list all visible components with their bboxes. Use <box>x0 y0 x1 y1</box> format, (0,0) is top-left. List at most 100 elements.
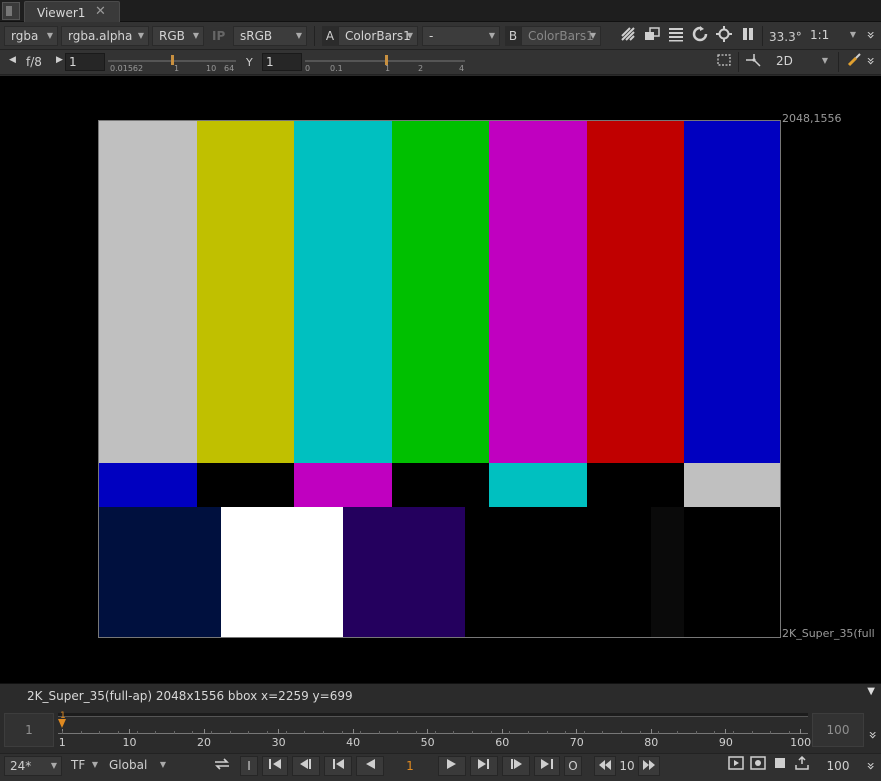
play-backward-button[interactable] <box>356 756 384 776</box>
input-b-value: ColorBars1 <box>528 29 594 43</box>
tf-dropdown[interactable]: TF ▼ <box>66 756 100 776</box>
tab-title: Viewer1 <box>37 6 86 20</box>
timeline-ruler[interactable]: 1 1 10 20 30 40 50 60 70 80 90 100 <box>58 711 811 749</box>
expand-timeline-icon[interactable]: » <box>864 731 880 740</box>
colorbar-main-6 <box>586 121 685 463</box>
gamma-tick: 1 <box>385 64 391 73</box>
colorbar-mid-4 <box>391 463 490 507</box>
previous-keyframe-button[interactable] <box>292 756 320 776</box>
expand-toolbar-icon[interactable]: » <box>862 31 878 40</box>
panel-menu-icon[interactable] <box>2 2 20 20</box>
end-frame-field[interactable]: 100 <box>818 756 858 776</box>
previous-frame-button[interactable] <box>324 756 352 776</box>
flipbook-icon[interactable] <box>726 756 746 776</box>
timeline-tick-label: 50 <box>420 736 435 749</box>
refresh-icon[interactable] <box>690 26 710 46</box>
timeline-minor-tick <box>322 731 324 734</box>
timeline-tick-label: 40 <box>346 736 361 749</box>
current-frame-field[interactable]: 1 <box>390 756 430 776</box>
transform-handle-icon[interactable] <box>744 52 764 72</box>
fstop-increase-icon[interactable]: ▶ <box>56 55 63 65</box>
global-range-value: Global <box>109 758 148 772</box>
compare-operation-dropdown[interactable]: - ▼ <box>422 26 500 46</box>
timeline-minor-tick <box>229 731 231 734</box>
colorspace-dropdown[interactable]: sRGB ▼ <box>233 26 307 46</box>
wipe-icon[interactable] <box>618 26 638 46</box>
next-keyframe-button[interactable] <box>502 756 530 776</box>
roi-select-icon[interactable] <box>714 52 734 72</box>
view-mode-dropdown[interactable]: 2D ▼ <box>770 52 832 72</box>
record-icon[interactable] <box>748 756 768 776</box>
colorbar-main-5 <box>489 121 588 463</box>
zoom-level[interactable]: 33.3° <box>769 30 802 44</box>
tab-viewer1[interactable]: Viewer1 ✕ <box>24 1 120 22</box>
display-channel-dropdown[interactable]: RGB ▼ <box>152 26 204 46</box>
timeline-end-field[interactable]: 100 <box>812 713 864 747</box>
stop-icon[interactable] <box>770 756 790 776</box>
overlay-list-icon[interactable] <box>666 26 686 46</box>
input-a-value: ColorBars1 <box>345 29 411 43</box>
display-channel-value: RGB <box>159 29 185 43</box>
viewer-canvas[interactable]: 2048,1556 2K_Super_35(full <box>0 76 881 683</box>
channels-dropdown[interactable]: rgba ▼ <box>4 26 58 46</box>
divider <box>838 52 839 72</box>
ratio-dropdown[interactable]: 1:1 ▼ <box>804 26 860 46</box>
colorbar-mid-2 <box>196 463 295 507</box>
input-a-dropdown[interactable]: ColorBars1 ▼ <box>338 26 418 46</box>
triangle-down-icon[interactable]: ▼ <box>867 686 875 697</box>
close-icon[interactable]: ✕ <box>95 4 106 19</box>
gamma-slider[interactable]: 0 0.1 1 2 4 <box>305 53 465 73</box>
timeline-minor-tick <box>509 731 511 734</box>
skip-increment-field[interactable]: 10 <box>616 756 638 776</box>
timeline-minor-tick <box>304 731 306 734</box>
out-point-button[interactable]: O <box>564 756 582 776</box>
skip-back-icon[interactable] <box>594 756 616 776</box>
gamma-tick: 0.1 <box>330 64 343 73</box>
in-point-button[interactable]: I <box>240 756 258 776</box>
format-size-label: 2048,1556 <box>782 112 842 125</box>
render-settings-icon[interactable] <box>714 26 734 46</box>
divider <box>762 26 763 46</box>
first-frame-button[interactable] <box>262 756 288 776</box>
input-b-dropdown[interactable]: ColorBars1 ▼ <box>521 26 601 46</box>
gain-slider[interactable]: 0.01562 1 10 64 <box>108 53 236 73</box>
timeline-minor-tick <box>378 731 380 734</box>
region-of-interest-icon[interactable] <box>642 26 662 46</box>
fstop-decrease-icon[interactable]: ◀ <box>9 55 16 65</box>
timeline-minor-tick <box>788 731 790 734</box>
timeline-minor-tick <box>192 731 194 734</box>
last-frame-button[interactable] <box>534 756 560 776</box>
timeline-minor-tick <box>80 731 82 734</box>
viewer-toolbar-secondary: ◀ f/8 ▶ 1 0.01562 1 10 64 Y 1 0 0.1 1 2 … <box>0 50 881 75</box>
play-forward-button[interactable] <box>438 756 466 776</box>
global-range-dropdown[interactable]: Global ▼ <box>104 756 168 776</box>
image-info-text: 2K_Super_35(full-ap) 2048x1556 bbox x=22… <box>27 689 353 703</box>
pause-icon[interactable] <box>738 26 758 46</box>
timeline-minor-tick <box>434 731 436 734</box>
playback-mode-icon[interactable] <box>210 756 234 776</box>
export-icon[interactable] <box>792 755 812 776</box>
gain-tick: 1 <box>174 64 180 73</box>
chevron-down-icon: ▼ <box>46 31 53 40</box>
skip-forward-icon[interactable] <box>638 756 660 776</box>
timeline-minor-tick <box>173 731 175 734</box>
gamma-field[interactable]: 1 <box>262 53 302 71</box>
colorbar-main-2 <box>196 121 295 463</box>
next-frame-button[interactable] <box>470 756 498 776</box>
timeline-minor-tick <box>155 731 157 734</box>
paint-brush-icon[interactable] <box>844 52 864 72</box>
gain-field[interactable]: 1 <box>65 53 105 71</box>
expand-toolbar-icon[interactable]: » <box>862 57 878 66</box>
alpha-channel-value: rgba.alpha <box>68 29 133 43</box>
fps-dropdown[interactable]: 24* ▼ <box>4 756 62 776</box>
expand-controls-icon[interactable]: » <box>862 762 878 771</box>
playhead-icon[interactable] <box>58 719 66 728</box>
colorbar-mid-7 <box>684 463 780 507</box>
timeline-tick-label: 1 <box>58 736 66 749</box>
alpha-channel-dropdown[interactable]: rgba.alpha ▼ <box>61 26 149 46</box>
gamma-tick: 0 <box>305 64 311 73</box>
input-process-button[interactable]: IP <box>212 26 225 46</box>
timeline-tick <box>576 729 578 734</box>
timeline-tick <box>278 729 280 734</box>
timeline-start-field[interactable]: 1 <box>4 713 54 747</box>
